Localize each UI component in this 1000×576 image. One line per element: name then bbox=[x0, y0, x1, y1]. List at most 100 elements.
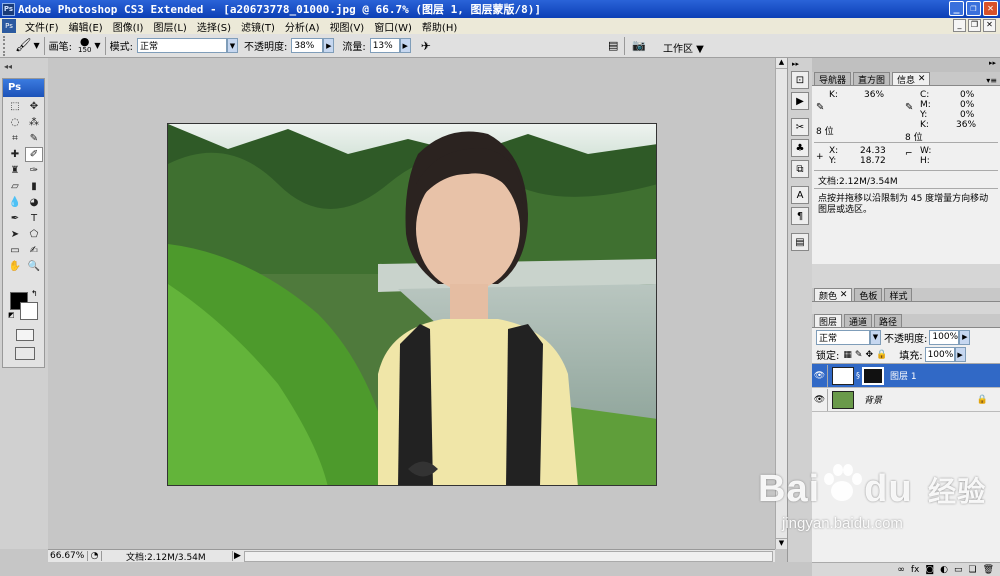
background-color-swatch[interactable] bbox=[20, 302, 38, 320]
status-menu-arrow-icon[interactable]: ▶ bbox=[232, 551, 242, 561]
lock-position-icon[interactable]: ✥ bbox=[865, 350, 873, 360]
visibility-eye-icon[interactable]: 👁 bbox=[812, 388, 828, 411]
tool-preset-arrow-icon[interactable]: ▼ bbox=[34, 41, 40, 50]
character-panel-icon[interactable]: A bbox=[791, 186, 809, 204]
doc-minimize-button[interactable]: _ bbox=[953, 19, 966, 32]
layer-comps-panel-icon[interactable]: ▤ bbox=[791, 233, 809, 251]
horizontal-scrollbar[interactable] bbox=[244, 550, 773, 562]
brush-tool-icon[interactable]: ✐ bbox=[25, 147, 43, 162]
lock-transparency-icon[interactable]: ▦ bbox=[843, 350, 852, 360]
shape-tool-icon[interactable]: ⬠ bbox=[25, 227, 43, 242]
palette-well-icon[interactable]: ▤ bbox=[608, 39, 618, 52]
tab-paths[interactable]: 路径 bbox=[874, 314, 903, 328]
document-icon[interactable]: Ps bbox=[2, 19, 16, 33]
opacity-slider-icon[interactable]: ▶ bbox=[323, 38, 335, 53]
document-canvas[interactable] bbox=[167, 123, 657, 486]
brush-picker[interactable]: ● 150 bbox=[78, 36, 91, 55]
adjustment-layer-icon[interactable]: ◐ bbox=[940, 565, 948, 575]
tool-presets-panel-icon[interactable]: ✂ bbox=[791, 118, 809, 136]
clone-stamp-tool-icon[interactable]: ♜ bbox=[6, 163, 24, 178]
minimize-button[interactable]: _ bbox=[949, 1, 964, 16]
visibility-eye-icon[interactable]: 👁 bbox=[812, 364, 828, 387]
swap-colors-icon[interactable]: ↰ bbox=[31, 289, 38, 298]
layer-thumbnail[interactable] bbox=[832, 366, 854, 385]
menu-image[interactable]: 图像(I) bbox=[108, 19, 149, 34]
tab-info[interactable]: 信息 ✕ bbox=[892, 72, 931, 86]
add-mask-icon[interactable]: ◙ bbox=[925, 565, 934, 575]
type-tool-icon[interactable]: T bbox=[25, 211, 43, 226]
menu-filter[interactable]: 滤镜(T) bbox=[236, 19, 280, 34]
layer-thumbnail[interactable] bbox=[832, 390, 854, 409]
slice-tool-icon[interactable]: ✎ bbox=[25, 131, 43, 146]
new-group-icon[interactable]: ▭ bbox=[954, 565, 963, 575]
tab-color[interactable]: 颜色 ✕ bbox=[814, 288, 853, 302]
lasso-tool-icon[interactable]: ◌ bbox=[6, 115, 24, 130]
tab-histogram[interactable]: 直方图 bbox=[853, 72, 891, 86]
crop-tool-icon[interactable]: ⌗ bbox=[6, 131, 24, 146]
doc-close-button[interactable]: ✕ bbox=[983, 19, 996, 32]
menu-file[interactable]: 文件(F) bbox=[20, 19, 64, 34]
healing-brush-tool-icon[interactable]: ✚ bbox=[6, 147, 24, 162]
new-layer-icon[interactable]: ❏ bbox=[968, 565, 976, 575]
layer-row-layer1[interactable]: 👁 § 图层 1 bbox=[812, 364, 1000, 388]
menu-view[interactable]: 视图(V) bbox=[325, 19, 370, 34]
options-grip[interactable] bbox=[3, 35, 9, 56]
fill-input[interactable]: 100% bbox=[924, 347, 955, 362]
path-selection-tool-icon[interactable]: ➤ bbox=[6, 227, 24, 242]
mode-select[interactable]: 正常 bbox=[136, 38, 227, 53]
navigator-panel-icon[interactable]: ⊡ bbox=[791, 71, 809, 89]
tab-styles[interactable]: 样式 bbox=[884, 288, 913, 302]
tab-layers[interactable]: 图层 bbox=[814, 314, 843, 328]
panel-menu-icon[interactable]: ▾≡ bbox=[986, 76, 997, 85]
brush-picker-arrow-icon[interactable]: ▼ bbox=[94, 41, 100, 50]
mode-dropdown-icon[interactable]: ▼ bbox=[226, 38, 238, 53]
screen-mode-icon[interactable] bbox=[15, 347, 35, 360]
pen-tool-icon[interactable]: ✒ bbox=[6, 211, 24, 226]
status-icon[interactable]: ◔ bbox=[88, 551, 102, 561]
hand-tool-icon[interactable]: ✋ bbox=[6, 259, 24, 274]
mask-link-icon[interactable]: § bbox=[856, 371, 860, 380]
blend-mode-dropdown-icon[interactable]: ▼ bbox=[870, 329, 881, 345]
marquee-tool-icon[interactable]: ⬚ bbox=[6, 99, 24, 114]
history-brush-tool-icon[interactable]: ✑ bbox=[25, 163, 43, 178]
restore-button[interactable]: ❐ bbox=[966, 1, 981, 16]
magic-wand-tool-icon[interactable]: ⁂ bbox=[25, 115, 43, 130]
layer-opacity-input[interactable]: 100% bbox=[929, 329, 960, 345]
zoom-tool-icon[interactable]: 🔍 bbox=[25, 259, 43, 274]
brush-tool-icon[interactable]: 🖌 bbox=[15, 38, 32, 53]
collapse-icon[interactable]: ◂◂ bbox=[4, 62, 12, 71]
quick-mask-icon[interactable] bbox=[16, 329, 34, 341]
layer-mask-thumbnail[interactable] bbox=[862, 366, 884, 385]
zoom-level[interactable]: 66.67% bbox=[48, 551, 88, 561]
lock-all-icon[interactable]: 🔒 bbox=[876, 350, 887, 360]
clone-source-panel-icon[interactable]: ⧉ bbox=[791, 160, 809, 178]
layer-name[interactable]: 背景 bbox=[864, 393, 882, 406]
gradient-tool-icon[interactable]: ▮ bbox=[25, 179, 43, 194]
fill-slider-icon[interactable]: ▶ bbox=[954, 347, 966, 362]
scroll-up-icon[interactable]: ▲ bbox=[776, 58, 787, 69]
flow-input[interactable]: 13% bbox=[369, 38, 400, 53]
tab-navigator[interactable]: 导航器 bbox=[814, 72, 852, 86]
link-layers-icon[interactable]: ∞ bbox=[897, 565, 905, 575]
layer-style-icon[interactable]: fx bbox=[911, 565, 920, 575]
dodge-tool-icon[interactable]: ◕ bbox=[25, 195, 43, 210]
workspace-menu[interactable]: 工作区 ▼ bbox=[663, 40, 704, 55]
airbrush-icon[interactable]: ✈ bbox=[421, 39, 431, 53]
brushes-panel-icon[interactable]: ♣ bbox=[791, 139, 809, 157]
menu-analysis[interactable]: 分析(A) bbox=[280, 19, 325, 34]
bridge-icon[interactable]: 📷 bbox=[632, 39, 646, 52]
tab-swatches[interactable]: 色板 bbox=[854, 288, 883, 302]
flow-slider-icon[interactable]: ▶ bbox=[399, 38, 411, 53]
dock-collapse-icon[interactable]: ▸▸ bbox=[788, 58, 812, 68]
layer-name[interactable]: 图层 1 bbox=[890, 369, 917, 382]
default-colors-icon[interactable]: ◩ bbox=[8, 311, 15, 319]
layer-row-background[interactable]: 👁 背景 🔒 bbox=[812, 388, 1000, 412]
menu-help[interactable]: 帮助(H) bbox=[417, 19, 462, 34]
doc-restore-button[interactable]: ❐ bbox=[968, 19, 981, 32]
panel-collapse-icon[interactable]: ▸▸ bbox=[989, 59, 996, 67]
lock-image-icon[interactable]: ✎ bbox=[855, 350, 863, 360]
menu-select[interactable]: 选择(S) bbox=[192, 19, 236, 34]
actions-panel-icon[interactable]: ▶ bbox=[791, 92, 809, 110]
blend-mode-select[interactable]: 正常 bbox=[816, 329, 870, 345]
menu-edit[interactable]: 编辑(E) bbox=[64, 19, 108, 34]
